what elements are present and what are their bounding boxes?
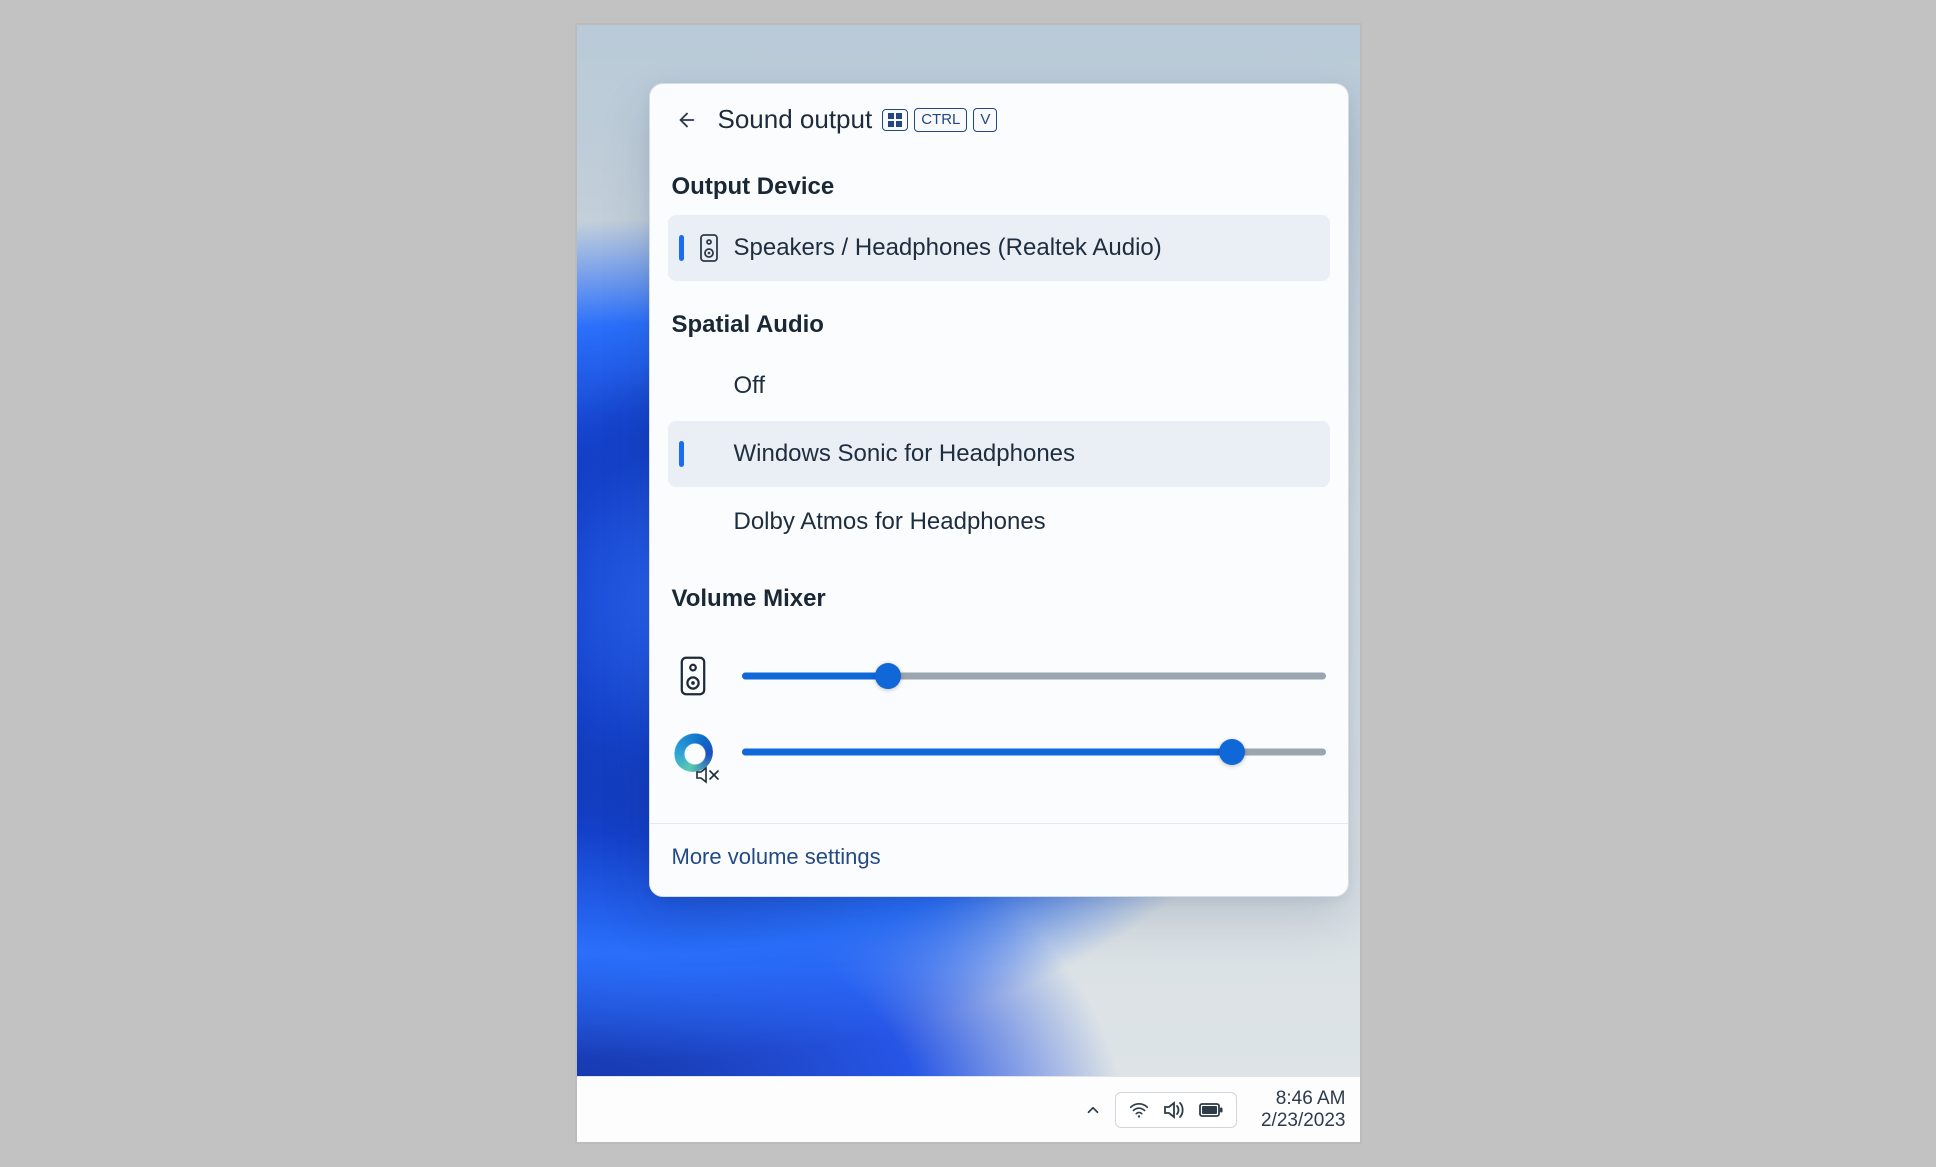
shortcut-badges: CTRL V: [882, 108, 997, 132]
speaker-device-icon: [698, 233, 720, 263]
battery-icon: [1198, 1101, 1224, 1119]
chevron-up-icon: [1084, 1101, 1102, 1119]
slider-thumb[interactable]: [1219, 739, 1245, 765]
back-button[interactable]: [672, 105, 702, 135]
spatial-option-windows-sonic[interactable]: Windows Sonic for Headphones: [668, 421, 1330, 487]
option-label: Off: [734, 372, 766, 400]
slider-thumb[interactable]: [875, 663, 901, 689]
spatial-option-dolby-atmos[interactable]: Dolby Atmos for Headphones: [668, 489, 1330, 555]
sound-output-flyout: Sound output CTRL V Output Device: [649, 83, 1349, 897]
more-volume-settings-link[interactable]: More volume settings: [672, 844, 881, 869]
desktop-screenshot: Sound output CTRL V Output Device: [577, 25, 1360, 1142]
v-key-badge: V: [973, 108, 997, 132]
taskbar-clock[interactable]: 8:46 AM 2/23/2023: [1261, 1088, 1346, 1132]
output-device-option[interactable]: Speakers / Headphones (Realtek Audio): [668, 215, 1330, 281]
mixer-row-system: [672, 653, 1326, 699]
taskbar: 8:46 AM 2/23/2023: [577, 1076, 1360, 1142]
ctrl-key-badge: CTRL: [914, 108, 967, 132]
clock-date: 2/23/2023: [1261, 1110, 1346, 1132]
clock-time: 8:46 AM: [1261, 1088, 1346, 1110]
option-label: Windows Sonic for Headphones: [734, 440, 1076, 468]
spatial-option-off[interactable]: Off: [668, 353, 1330, 419]
option-label: Speakers / Headphones (Realtek Audio): [734, 234, 1162, 262]
volume-slider-edge[interactable]: [742, 739, 1326, 765]
selection-indicator: [679, 441, 684, 467]
spatial-audio-heading: Spatial Audio: [672, 311, 1326, 339]
speaker-device-icon[interactable]: [672, 653, 714, 699]
arrow-left-icon: [676, 109, 698, 131]
edge-app-icon[interactable]: [672, 729, 714, 775]
windows-key-badge: [882, 109, 908, 131]
volume-slider-system[interactable]: [742, 663, 1326, 689]
volume-mixer-heading: Volume Mixer: [672, 585, 1326, 613]
flyout-title: Sound output: [718, 104, 873, 135]
selection-indicator: [679, 235, 684, 261]
mixer-row-edge: [672, 729, 1326, 775]
wifi-icon: [1128, 1099, 1150, 1121]
volume-icon: [1162, 1099, 1186, 1121]
option-label: Dolby Atmos for Headphones: [734, 508, 1046, 536]
system-tray-group[interactable]: [1115, 1092, 1237, 1128]
selection-indicator: [679, 509, 684, 535]
output-device-heading: Output Device: [672, 173, 1326, 201]
windows-icon: [887, 112, 903, 128]
muted-icon: [694, 765, 722, 785]
selection-indicator: [679, 373, 684, 399]
tray-overflow-button[interactable]: [1075, 1092, 1111, 1128]
